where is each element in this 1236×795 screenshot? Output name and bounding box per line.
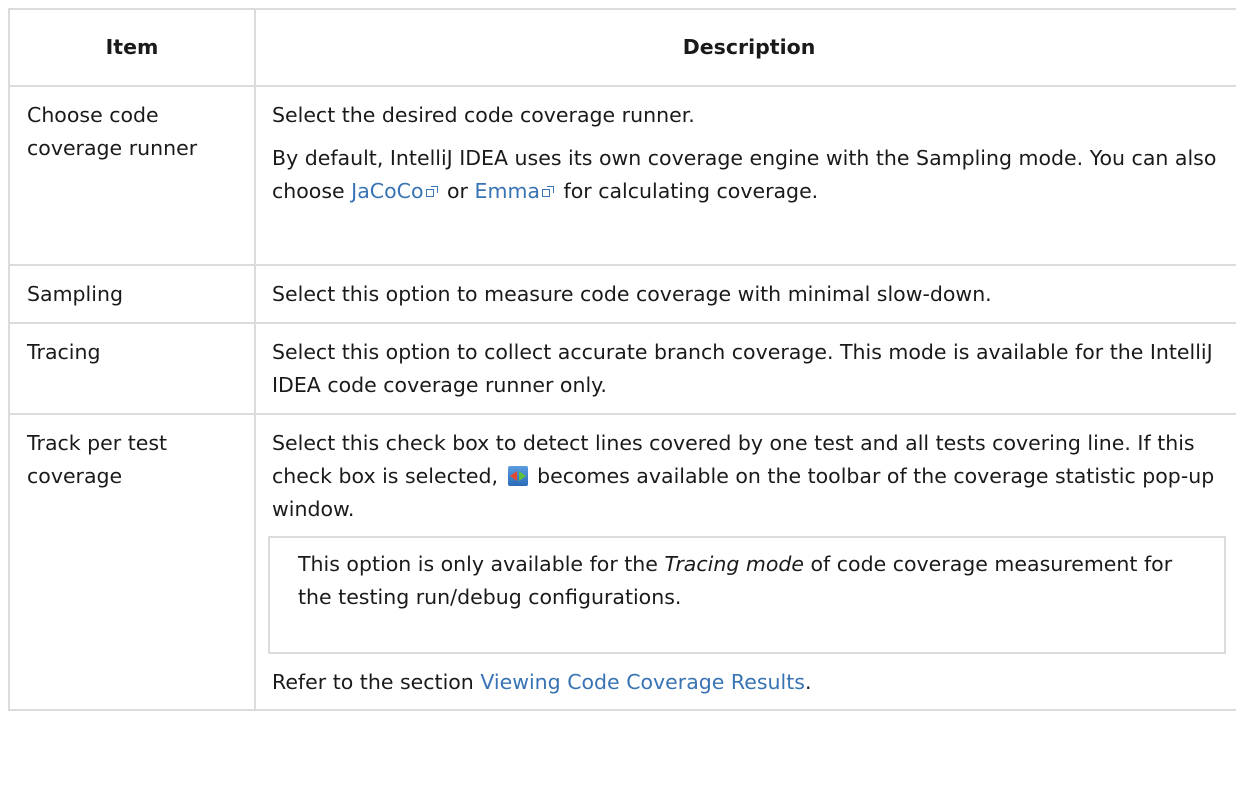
item-cell: Tracing xyxy=(8,322,256,415)
description-cell: Select the desired code coverage runner.… xyxy=(254,85,1236,266)
note-box: This option is only available for the Tr… xyxy=(268,536,1226,654)
table-row: Tracing Select this option to collect ac… xyxy=(8,322,1236,415)
description-cell: Select this option to measure code cover… xyxy=(254,264,1236,324)
description-cell: Select this check box to detect lines co… xyxy=(254,413,1236,711)
description-cell: Select this option to collect accurate b… xyxy=(254,322,1236,415)
item-cell: Track per test coverage xyxy=(8,413,256,711)
description-text: By default, IntelliJ IDEA uses its own c… xyxy=(272,146,1217,203)
external-link-icon xyxy=(541,186,554,198)
show-tests-covering-line-icon xyxy=(507,466,528,486)
table-header-row: Item Description xyxy=(8,8,1236,87)
description-text: Select the desired code coverage runner. xyxy=(272,103,695,127)
jacoco-link[interactable]: JaCoCo xyxy=(351,179,423,203)
header-item: Item xyxy=(8,8,256,87)
emma-link[interactable]: Emma xyxy=(475,179,540,203)
note-text: This option is only available for the Tr… xyxy=(298,552,1173,609)
table-row: Track per test coverage Select this chec… xyxy=(8,413,1236,711)
description-text: Select this check box to detect lines co… xyxy=(272,431,1215,521)
coverage-options-table: Item Description Choose code coverage ru… xyxy=(8,8,1236,711)
item-cell: Choose code coverage runner xyxy=(8,85,256,266)
header-description: Description xyxy=(254,8,1236,87)
table-row: Choose code coverage runner Select the d… xyxy=(8,85,1236,266)
external-link-icon xyxy=(425,186,438,198)
description-text: Select this option to collect accurate b… xyxy=(272,340,1213,397)
note-emphasis: Tracing mode xyxy=(664,552,804,576)
description-text: Select this option to measure code cover… xyxy=(272,282,992,306)
viewing-code-coverage-results-link[interactable]: Viewing Code Coverage Results xyxy=(480,670,805,694)
refer-text: Refer to the section Viewing Code Covera… xyxy=(272,670,812,694)
item-cell: Sampling xyxy=(8,264,256,324)
table-row: Sampling Select this option to measure c… xyxy=(8,264,1236,324)
